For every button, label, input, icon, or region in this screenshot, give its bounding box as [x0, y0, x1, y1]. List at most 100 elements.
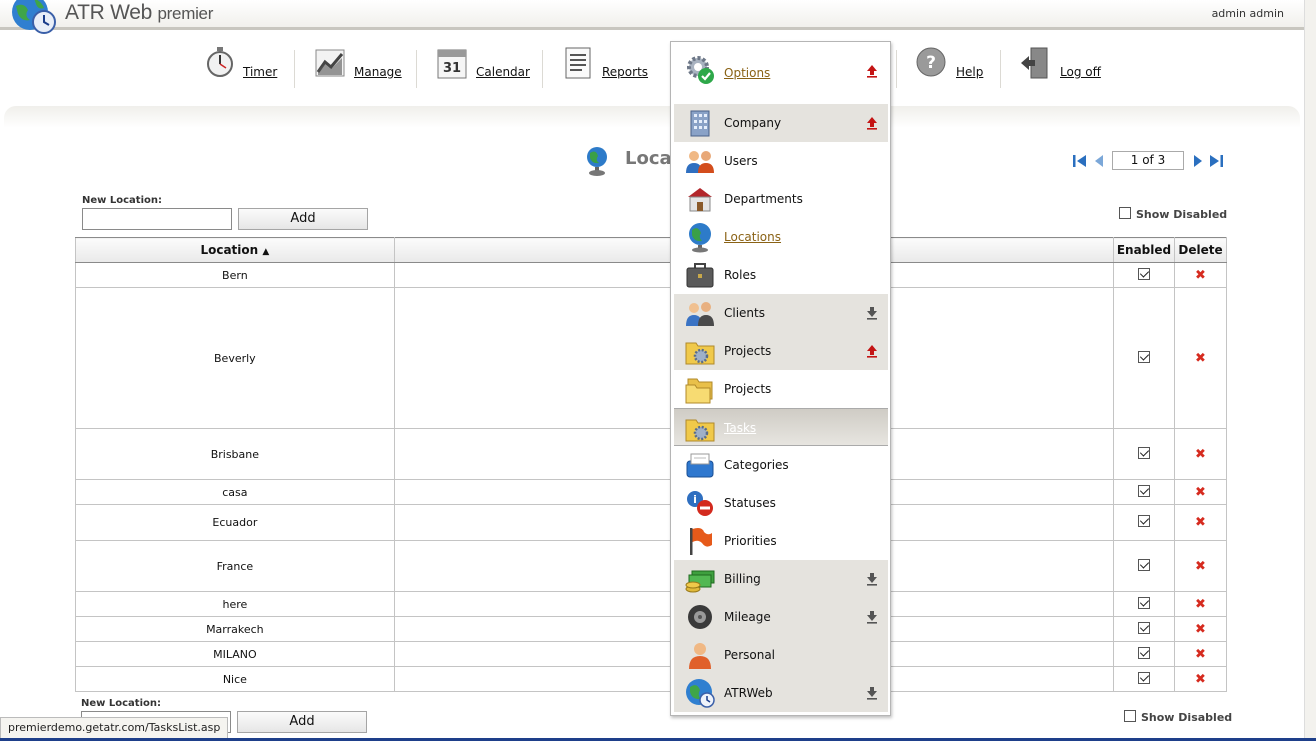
- show-disabled-checkbox-bottom[interactable]: [1124, 710, 1136, 722]
- location-cell[interactable]: France: [75, 540, 395, 592]
- report-icon: [565, 47, 591, 79]
- enabled-checkbox[interactable]: [1137, 446, 1150, 459]
- enabled-checkbox[interactable]: [1137, 350, 1150, 363]
- add-location-button-bottom[interactable]: Add: [237, 711, 367, 733]
- expand-down-icon[interactable]: [866, 686, 878, 700]
- location-cell[interactable]: Beverly: [75, 287, 395, 429]
- new-location-input[interactable]: [82, 208, 232, 230]
- enabled-checkbox[interactable]: [1137, 484, 1150, 497]
- location-cell[interactable]: casa: [75, 479, 395, 505]
- menu-item-company[interactable]: Company: [674, 104, 888, 142]
- last-page-icon[interactable]: [1208, 154, 1224, 168]
- svg-text:?: ?: [926, 53, 936, 73]
- location-cell[interactable]: Ecuador: [75, 504, 395, 541]
- menu-item-users[interactable]: Users: [674, 142, 888, 180]
- expand-down-icon[interactable]: [866, 610, 878, 624]
- vertical-scrollbar[interactable]: [1304, 0, 1316, 741]
- location-cell[interactable]: Marrakech: [75, 616, 395, 642]
- globe-icon: [689, 223, 711, 253]
- delete-icon[interactable]: ✖: [1195, 622, 1206, 637]
- app-logo-globe-icon: [12, 0, 56, 34]
- new-location-label-bottom: New Location:: [81, 698, 161, 709]
- enabled-checkbox[interactable]: [1137, 671, 1150, 684]
- svg-text:31: 31: [443, 61, 461, 76]
- menu-item-projects-group[interactable]: Projects: [674, 332, 888, 370]
- add-location-button[interactable]: Add: [238, 208, 368, 230]
- expand-down-icon[interactable]: [866, 306, 878, 320]
- enabled-checkbox[interactable]: [1137, 267, 1150, 280]
- menu-item-tasks[interactable]: Tasks: [674, 408, 888, 446]
- delete-icon[interactable]: ✖: [1195, 268, 1206, 283]
- menu-item-mileage[interactable]: Mileage: [674, 598, 888, 636]
- location-cell[interactable]: Brisbane: [75, 428, 395, 480]
- nav-reports-label[interactable]: Reports: [602, 65, 648, 79]
- calendar-icon: 31: [437, 49, 467, 79]
- logoff-icon: [1021, 47, 1048, 79]
- delete-icon[interactable]: ✖: [1195, 597, 1206, 612]
- menu-item-personal[interactable]: Personal: [674, 636, 888, 674]
- prev-page-icon[interactable]: [1093, 154, 1105, 168]
- menu-item-locations[interactable]: Locations: [674, 218, 888, 256]
- nav-calendar-label[interactable]: Calendar: [476, 65, 530, 79]
- page-title: Loca: [625, 148, 672, 169]
- page-indicator[interactable]: 1 of 3: [1112, 151, 1184, 170]
- nav-manage-label[interactable]: Manage: [354, 65, 402, 79]
- menu-item-roles[interactable]: Roles: [674, 256, 888, 294]
- current-user-label: admin admin: [1211, 7, 1284, 20]
- collapse-up-icon[interactable]: [866, 344, 878, 358]
- enabled-column-header: Enabled: [1113, 237, 1175, 263]
- menu-item-priorities[interactable]: Priorities: [674, 522, 888, 560]
- sort-ascending-icon: ▲: [262, 247, 270, 257]
- collapse-up-icon[interactable]: [866, 116, 878, 130]
- enabled-checkbox[interactable]: [1137, 646, 1150, 659]
- building-icon: [690, 110, 710, 137]
- first-page-icon[interactable]: [1072, 154, 1088, 168]
- next-page-icon[interactable]: [1192, 154, 1204, 168]
- delete-icon[interactable]: ✖: [1195, 447, 1206, 462]
- table-row: Brisbane ✖: [75, 428, 1228, 480]
- location-cell[interactable]: Nice: [75, 666, 395, 692]
- delete-icon[interactable]: ✖: [1195, 559, 1206, 574]
- expand-down-icon[interactable]: [866, 572, 878, 586]
- location-cell[interactable]: here: [75, 591, 395, 617]
- gear-check-icon: [687, 56, 714, 84]
- table-row: Nice ✖: [75, 666, 1228, 692]
- enabled-checkbox[interactable]: [1137, 596, 1150, 609]
- delete-icon[interactable]: ✖: [1195, 351, 1206, 366]
- enabled-checkbox[interactable]: [1137, 515, 1150, 527]
- menu-item-billing[interactable]: Billing: [674, 560, 888, 598]
- locations-globe-icon: [587, 147, 607, 176]
- menu-item-options[interactable]: Options: [674, 50, 888, 94]
- enabled-checkbox[interactable]: [1137, 621, 1150, 634]
- table-row: here ✖: [75, 591, 1228, 617]
- menu-item-statuses[interactable]: i Statuses: [674, 484, 888, 522]
- nav-timer-label[interactable]: Timer: [243, 65, 277, 79]
- menu-item-departments[interactable]: Departments: [674, 180, 888, 218]
- flag-icon: [690, 528, 712, 555]
- nav-logoff-label[interactable]: Log off: [1060, 65, 1101, 79]
- locations-table: Location ▲ Enabled Delete Bern ✖ Beverly…: [75, 237, 1228, 692]
- menu-item-clients[interactable]: Clients: [674, 294, 888, 332]
- location-column-header[interactable]: Location ▲: [75, 237, 395, 263]
- enabled-checkbox[interactable]: [1137, 558, 1150, 571]
- show-disabled-toggle[interactable]: Show Disabled: [1119, 207, 1227, 221]
- table-row: casa ✖: [75, 479, 1228, 505]
- menu-item-projects[interactable]: Projects: [674, 370, 888, 408]
- menu-item-categories[interactable]: Categories: [674, 446, 888, 484]
- show-disabled-checkbox[interactable]: [1119, 207, 1131, 219]
- location-cell[interactable]: MILANO: [75, 641, 395, 667]
- users-icon: [686, 151, 714, 173]
- categories-icon: [686, 453, 714, 478]
- delete-icon[interactable]: ✖: [1195, 515, 1206, 530]
- menu-item-atrweb[interactable]: ATRWeb: [674, 674, 888, 712]
- collapse-up-icon[interactable]: [866, 64, 878, 78]
- table-row: MILANO ✖: [75, 641, 1228, 667]
- chart-icon: [315, 49, 345, 77]
- delete-icon[interactable]: ✖: [1195, 485, 1206, 500]
- delete-icon[interactable]: ✖: [1195, 647, 1206, 662]
- show-disabled-toggle-bottom[interactable]: Show Disabled: [1124, 710, 1232, 724]
- location-cell[interactable]: Bern: [75, 262, 395, 288]
- nav-help-label[interactable]: Help: [956, 65, 983, 79]
- delete-icon[interactable]: ✖: [1195, 672, 1206, 687]
- globe-clock-icon: [686, 679, 715, 708]
